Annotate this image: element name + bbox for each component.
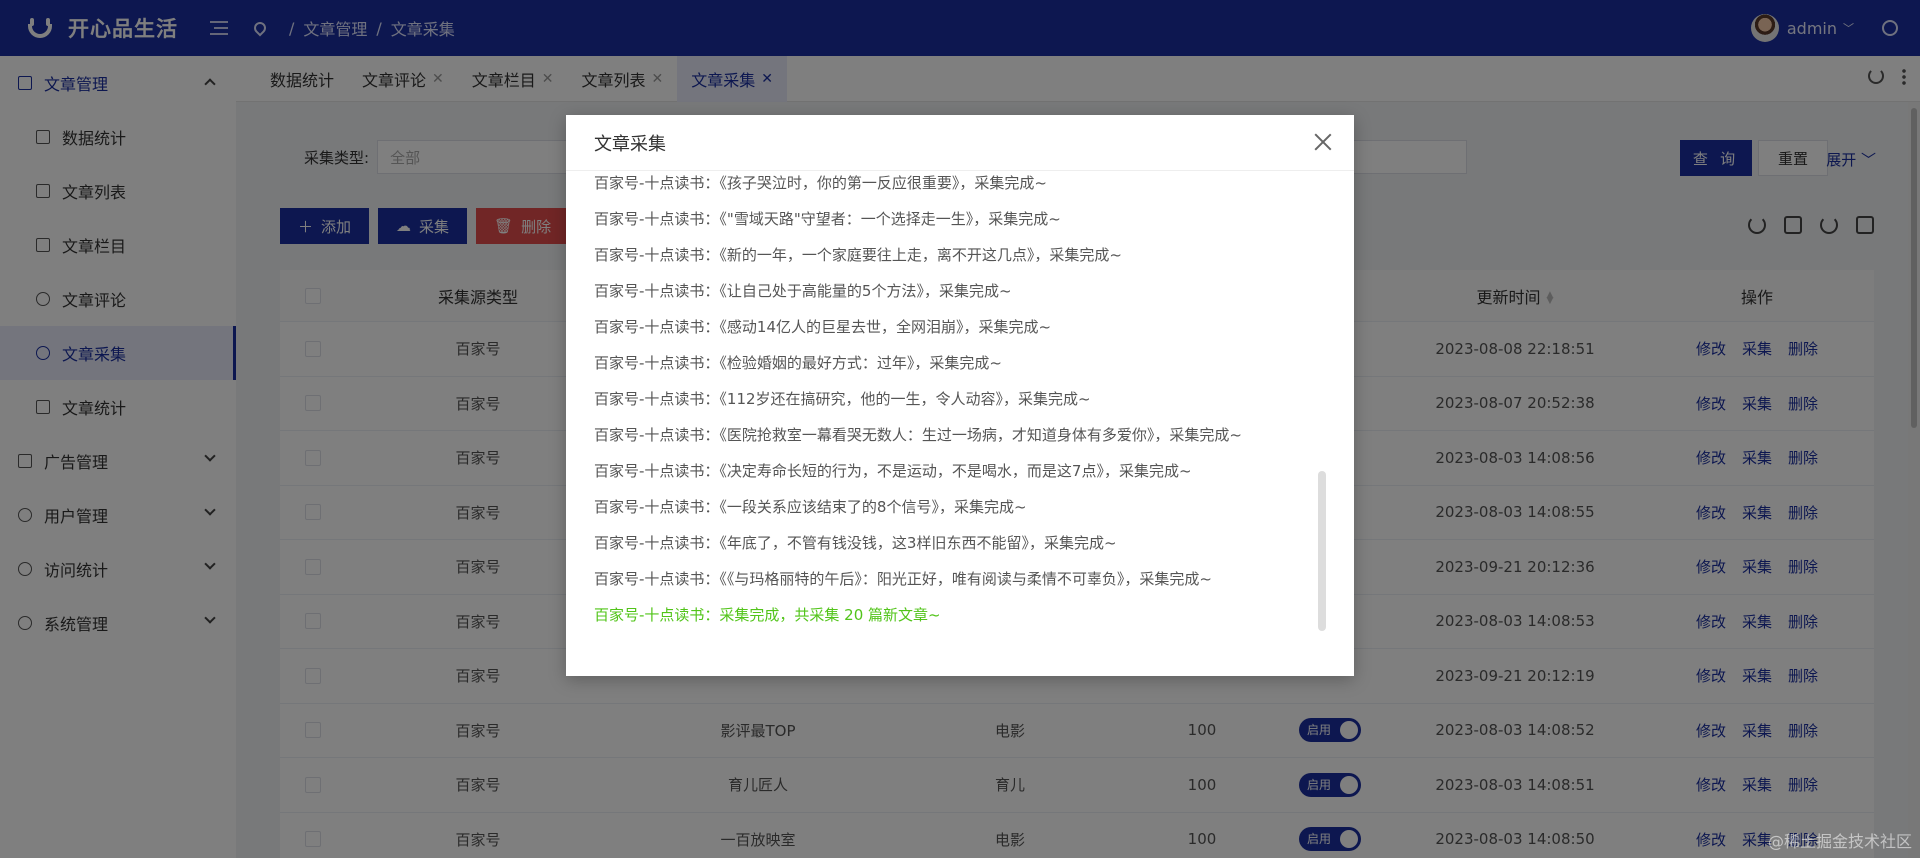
log-line: 百家号-十点读书：《新的一年，一个家庭要往上走，离不开这几点》，采集完成~ <box>594 246 1122 264</box>
log-line: 百家号-十点读书：《年底了，不管有钱没钱，这3样旧东西不能留》，采集完成~ <box>594 534 1117 552</box>
dialog-title: 文章采集 <box>594 133 666 155</box>
log-line: 百家号-十点读书：《112岁还在搞研究，他的一生，令人动容》，采集完成~ <box>594 390 1091 408</box>
log-line: 百家号-十点读书：《《与玛格丽特的午后》：阳光正好，唯有阅读与柔情不可辜负》，采… <box>594 570 1212 588</box>
log-list: 百家号-十点读书：《孩子哭泣时，你的第一反应很重要》，采集完成~ 百家号-十点读书… <box>594 171 1242 633</box>
log-line: 百家号-十点读书：《决定寿命长短的行为，不是运动，不是喝水，而是这7点》，采集完… <box>594 462 1192 480</box>
log-line: 百家号-十点读书：《让自己处于高能量的5个方法》，采集完成~ <box>594 282 1012 300</box>
watermark: @稀土掘金技术社区 <box>1767 832 1912 851</box>
log-scrollbar[interactable] <box>1318 471 1326 631</box>
dialog-header: 文章采集 <box>566 115 1354 171</box>
log-summary: 百家号-十点读书：采集完成，共采集 20 篇新文章~ <box>594 606 941 624</box>
log-line: 百家号-十点读书：《"雪域天路"守望者：一个选择走一生》，采集完成~ <box>594 210 1061 228</box>
collect-log: 百家号-十点读书：《孩子哭泣时，你的第一反应很重要》，采集完成~ 百家号-十点读书… <box>594 171 1314 659</box>
log-line: 百家号-十点读书：《检验婚姻的最好方式：过年》，采集完成~ <box>594 354 1002 372</box>
log-line: 百家号-十点读书：《一段关系应该结束了的8个信号》，采集完成~ <box>594 498 1027 516</box>
log-line: 百家号-十点读书：《孩子哭泣时，你的第一反应很重要》，采集完成~ <box>594 174 1047 192</box>
close-icon[interactable] <box>1314 133 1332 151</box>
log-line: 百家号-十点读书：《感动14亿人的巨星去世，全网泪崩》，采集完成~ <box>594 318 1052 336</box>
log-line: 百家号-十点读书：《医院抢救室一幕看哭无数人：生过一场病，才知道身体有多爱你》，… <box>594 426 1242 444</box>
collect-dialog: 文章采集 百家号-十点读书：《孩子哭泣时，你的第一反应很重要》，采集完成~ 百家号… <box>566 115 1354 676</box>
